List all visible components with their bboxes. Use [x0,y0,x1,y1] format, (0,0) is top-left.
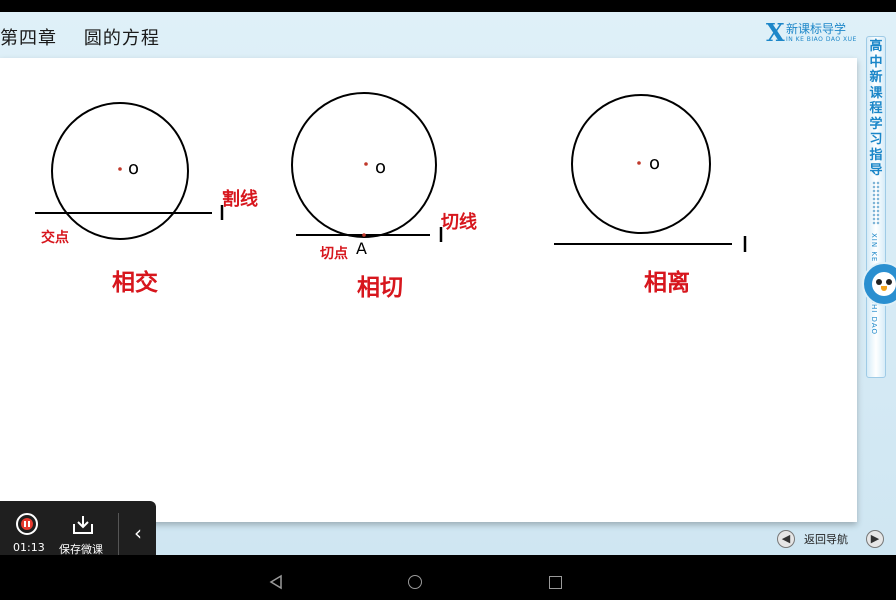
center-dot-tangent [364,162,368,166]
android-nav-bar [0,555,896,600]
center-dot-separate [637,161,641,165]
nav-back-icon[interactable] [268,574,284,590]
figure-title-separate: 相离 [644,269,690,296]
brand-logo-letter: X [766,18,785,47]
tangent-point-label: A [356,239,367,258]
tangent-point-dot [362,233,366,237]
center-label-separate: o [649,153,660,174]
figure-intersect: o 割线 交点 相交 [35,102,258,296]
download-icon[interactable] [72,515,94,535]
figure-tangent: o A 切线 切点 相切 [291,92,477,301]
collapse-chevron-icon[interactable]: ‹ [128,521,148,545]
course-sidebar: 高中新课程学习指导 XIN KE XUE XI ZHI DAO [866,36,886,378]
circle-separate [571,94,711,234]
next-arrow-icon[interactable]: ▶ [866,530,884,548]
pause-button[interactable] [16,513,38,535]
slide-canvas: o 割线 交点 相交 o A 切线 切点 相切 o 相离 [0,58,857,522]
brand-name: 新课标导学 [786,22,847,36]
chapter-title: 第四章 圆的方程 [0,28,160,49]
sidebar-grip[interactable] [872,181,880,225]
player-divider [118,513,119,555]
circle-intersect [51,102,189,240]
brand-pinyin: IN KE BIAO DAO XUE [786,36,857,43]
playback-time: 01:13 [13,541,45,554]
secant-label: 割线 [222,188,258,210]
brand-logo: X 新课标导学 IN KE BIAO DAO XUE [766,18,866,48]
center-dot-intersect [118,167,122,171]
pause-icon [21,518,33,530]
circle-tangent [291,92,437,238]
center-label-tangent: o [375,157,386,178]
figure-separate: o 相离 [554,94,747,296]
tangent-point-caption: 切点 [320,245,348,262]
prev-arrow-icon[interactable]: ◀ [777,530,795,548]
nav-home-icon[interactable] [408,575,422,589]
circle-line-diagram: o 割线 交点 相交 o A 切线 切点 相切 o 相离 [35,92,747,301]
figure-title-intersect: 相交 [112,269,158,296]
center-label-intersect: o [128,158,139,179]
nav-recents-icon[interactable] [549,576,562,589]
intersection-point-label: 交点 [41,229,69,246]
sidebar-title: 高中新课程学习指导 [869,39,883,178]
back-to-navigation-link[interactable]: 返回导航 [804,531,848,547]
tangent-label: 切线 [441,211,477,233]
top-status-bar [0,0,896,12]
figure-title-tangent: 相切 [357,275,403,301]
